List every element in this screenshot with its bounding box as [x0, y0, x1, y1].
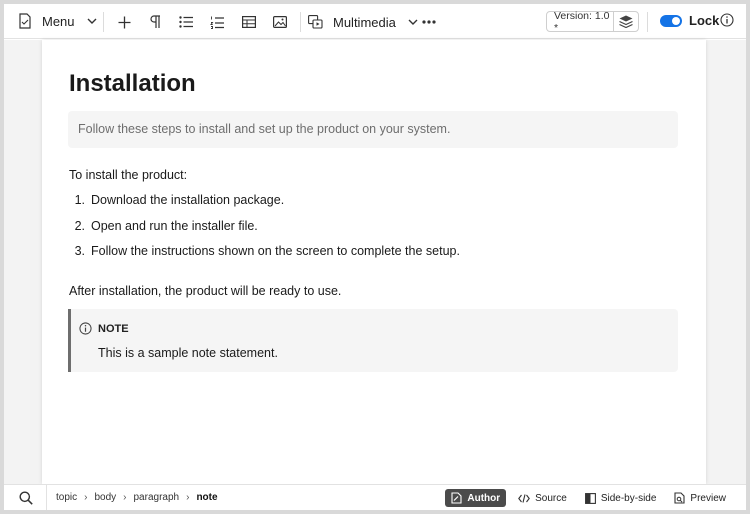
preview-icon — [674, 492, 685, 504]
multimedia-label: Multimedia — [333, 14, 396, 30]
version-control[interactable]: Version: 1.0 * — [546, 9, 639, 34]
short-description[interactable]: Follow these steps to install and set up… — [68, 111, 678, 148]
author-mode-button[interactable]: Author — [445, 489, 507, 507]
info-button[interactable] — [720, 13, 734, 32]
chevron-right-icon: › — [186, 492, 190, 503]
note-header: NOTE — [79, 322, 129, 335]
more-options-button[interactable] — [416, 8, 442, 36]
view-mode-switcher: Author Source Side-by-side Preview — [445, 489, 732, 507]
preview-mode-label: Preview — [690, 492, 726, 504]
table-icon — [242, 16, 256, 28]
insert-element-button[interactable] — [111, 8, 137, 36]
menu-label: Menu — [42, 13, 75, 29]
code-icon — [518, 493, 531, 503]
toolbar-divider — [647, 12, 648, 32]
breadcrumb-item[interactable]: paragraph — [134, 492, 180, 503]
toggle-switch[interactable] — [660, 14, 682, 27]
step-text: Follow the instructions shown on the scr… — [91, 244, 460, 258]
side-by-side-mode-label: Side-by-side — [600, 492, 657, 504]
source-mode-button[interactable]: Source — [512, 489, 573, 507]
editor-window: Menu Multimedia Version: 1.0 * Lock Inst… — [4, 4, 746, 510]
lock-toggle[interactable]: Lock — [660, 13, 719, 28]
toolbar-divider — [103, 12, 104, 32]
document-page[interactable]: Installation Follow these steps to insta… — [42, 40, 706, 484]
breadcrumb-item[interactable]: topic — [56, 492, 77, 503]
step-text: Open and run the installer file. — [91, 218, 258, 233]
step-text: Download the installation package. — [91, 193, 285, 207]
bulleted-list-button[interactable] — [173, 8, 199, 36]
more-icon — [422, 20, 436, 24]
document-icon — [19, 13, 31, 29]
source-mode-label: Source — [535, 492, 567, 504]
search-icon — [19, 491, 33, 505]
editor-canvas: Installation Follow these steps to insta… — [4, 40, 746, 484]
step-number: 1. — [74, 193, 85, 207]
note-label: NOTE — [98, 322, 129, 335]
pilcrow-icon — [150, 15, 160, 28]
after-paragraph[interactable]: After installation, the product will be … — [69, 284, 341, 298]
layers-icon — [619, 15, 633, 28]
author-mode-label: Author — [467, 492, 501, 504]
numbered-list-icon — [210, 16, 224, 29]
list-item[interactable]: 1. Download the installation package. — [69, 193, 460, 219]
side-by-side-mode-button[interactable]: Side-by-side — [579, 489, 663, 507]
image-icon — [273, 16, 287, 28]
breadcrumb: topic › body › paragraph › note — [56, 492, 218, 503]
insert-table-button[interactable] — [236, 8, 262, 36]
version-label: Version: 1.0 * — [554, 9, 610, 34]
paragraph-button[interactable] — [142, 8, 168, 36]
author-icon — [451, 492, 462, 504]
list-item[interactable]: 2. Open and run the installer file. — [69, 219, 460, 245]
multimedia-icon — [308, 15, 323, 29]
breadcrumb-current[interactable]: note — [196, 492, 217, 503]
intro-paragraph[interactable]: To install the product: — [69, 168, 187, 182]
info-icon — [79, 322, 92, 335]
bullet-list-icon — [179, 16, 193, 28]
step-number: 2. — [74, 218, 85, 233]
breadcrumb-item[interactable]: body — [94, 492, 116, 503]
search-button[interactable] — [19, 491, 33, 510]
status-bar: topic › body › paragraph › note Author S… — [4, 484, 746, 510]
lock-label: Lock — [689, 13, 720, 28]
preview-mode-button[interactable]: Preview — [668, 489, 732, 507]
version-history-button[interactable] — [614, 15, 638, 28]
status-divider — [46, 485, 47, 510]
list-item[interactable]: 3. Follow the instructions shown on the s… — [69, 244, 460, 270]
multimedia-button[interactable]: Multimedia — [308, 8, 418, 36]
numbered-list-button[interactable] — [204, 8, 230, 36]
toolbar: Menu Multimedia Version: 1.0 * Lock — [4, 4, 746, 39]
split-view-icon — [584, 492, 596, 504]
chevron-right-icon: › — [123, 492, 127, 503]
toolbar-divider — [300, 12, 301, 32]
note-block[interactable]: NOTE This is a sample note statement. — [68, 309, 678, 372]
step-number: 3. — [74, 244, 85, 258]
chevron-down-icon — [87, 18, 97, 24]
steps-list: 1. Download the installation package. 2. O… — [69, 193, 460, 270]
info-icon — [720, 13, 734, 27]
menu-button[interactable]: Menu — [18, 7, 97, 35]
insert-image-button[interactable] — [267, 8, 293, 36]
note-text[interactable]: This is a sample note statement. — [98, 346, 278, 360]
plus-icon — [118, 16, 130, 28]
chevron-right-icon: › — [84, 492, 88, 503]
topic-title[interactable]: Installation — [69, 70, 196, 98]
